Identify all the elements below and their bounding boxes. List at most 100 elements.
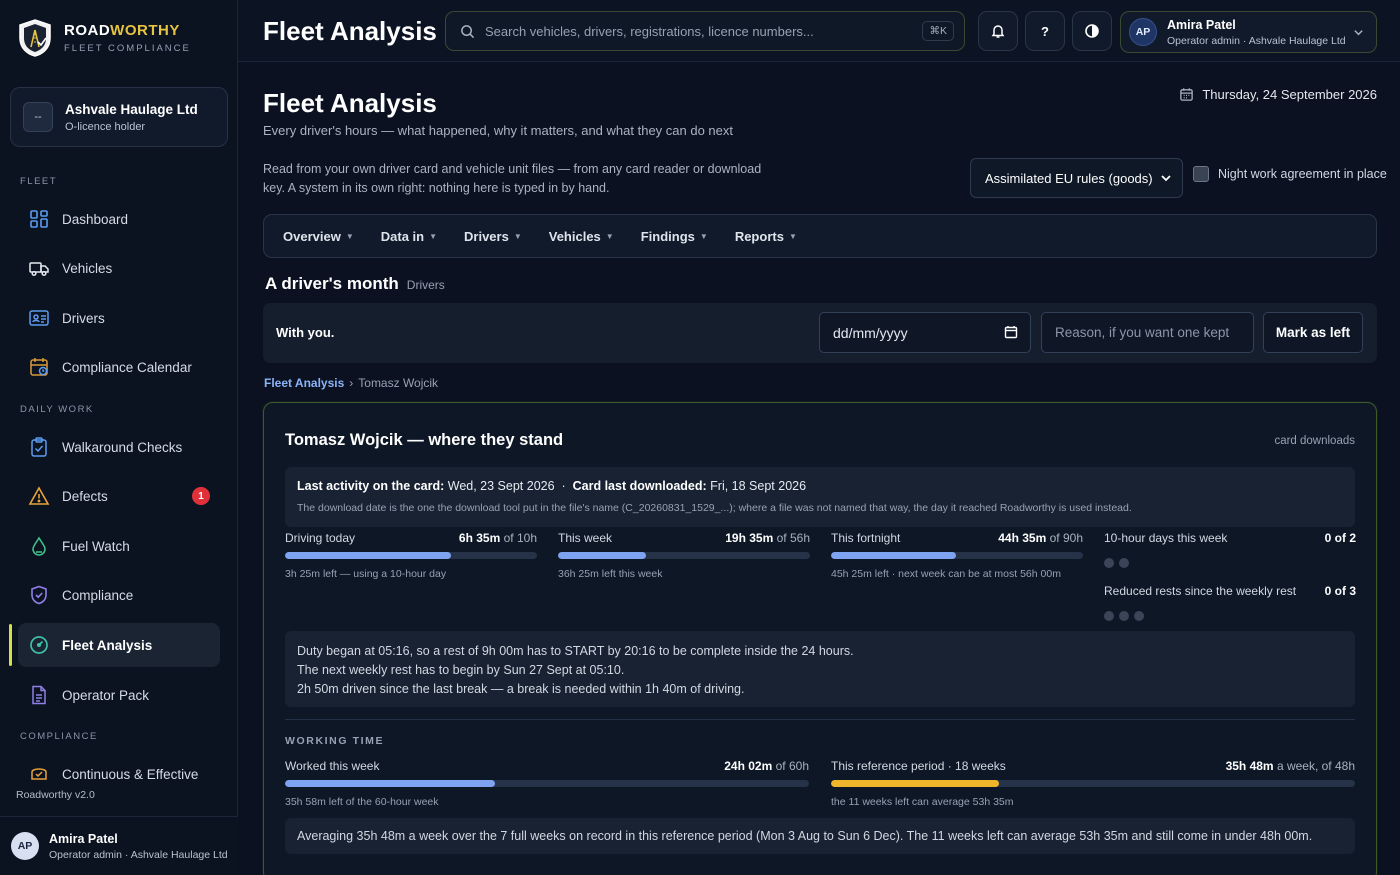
duty-guidance-panel: Duty began at 05:16, so a rest of 9h 00m… — [285, 631, 1355, 707]
page-title: Fleet Analysis — [263, 88, 437, 118]
progress-bar — [285, 780, 809, 787]
reduced-rests-counter: Reduced rests since the weekly rest 0 of … — [1104, 584, 1356, 621]
search-input[interactable]: Search vehicles, drivers, registrations,… — [445, 11, 965, 51]
notifications-button[interactable] — [978, 11, 1018, 51]
tab-vehicles[interactable]: Vehicles ▼ — [549, 229, 614, 244]
nav-item-dashboard[interactable]: Dashboard — [18, 197, 220, 241]
nav-label: Walkaround Checks — [62, 439, 183, 455]
brand-name: ROADWORTHY — [64, 22, 180, 39]
active-indicator — [9, 624, 12, 666]
nav-label: Dashboard — [62, 211, 129, 227]
date-input-placeholder: dd/mm/yyyy — [833, 324, 908, 341]
org-name: Ashvale Haulage Ltd — [65, 101, 198, 117]
nav-item-vehicles[interactable]: Vehicles — [18, 246, 220, 290]
usage-dots — [1104, 611, 1356, 621]
dashboard-icon — [30, 210, 48, 228]
caret-down-icon: ▼ — [699, 231, 708, 241]
progress-fill — [285, 552, 451, 559]
leave-date-input[interactable]: dd/mm/yyyy — [819, 312, 1031, 353]
help-icon: ? — [1041, 23, 1049, 39]
brand[interactable]: ROADWORTHY FLEET COMPLIANCE — [16, 18, 191, 58]
nav-label: Vehicles — [62, 260, 113, 276]
reason-input[interactable]: Reason, if you want one kept — [1041, 312, 1254, 353]
fuel-drop-icon — [32, 536, 46, 556]
usage-dot — [1104, 558, 1114, 568]
user-role: Operator admin · Ashvale Haulage Ltd — [49, 848, 228, 861]
driving-today-meter: Driving today 6h 35m of 10h 3h 25m left —… — [285, 531, 537, 580]
nav-item-drivers[interactable]: Drivers — [18, 296, 220, 340]
section-title: A driver's month — [265, 274, 399, 293]
with-you-panel: With you. dd/mm/yyyy Reason, if you want… — [263, 303, 1377, 363]
help-button[interactable]: ? — [1025, 11, 1065, 51]
nav-label: Fuel Watch — [62, 538, 130, 554]
document-icon — [32, 685, 46, 705]
user-menu-button[interactable]: AP Amira Patel Operator admin · Ashvale … — [1120, 11, 1377, 53]
duty-line: The next weekly rest has to begin by Sun… — [297, 663, 625, 677]
caret-down-icon: ▼ — [513, 231, 522, 241]
tab-drivers[interactable]: Drivers ▼ — [464, 229, 522, 244]
brand-subtitle: FLEET COMPLIANCE — [64, 43, 191, 54]
nav-item-compliance-calendar[interactable]: Compliance Calendar — [18, 345, 220, 389]
current-date: Thursday, 24 September 2026 — [1179, 87, 1377, 102]
tab-reports[interactable]: Reports ▼ — [735, 229, 797, 244]
nav-item-compliance[interactable]: Compliance — [18, 573, 220, 617]
caret-down-icon: ▼ — [429, 231, 438, 241]
mark-as-left-button[interactable]: Mark as left — [1263, 312, 1363, 353]
caret-down-icon: ▼ — [788, 231, 797, 241]
topbar-title: Fleet Analysis — [263, 16, 437, 46]
worked-this-week-meter: Worked this week 24h 02m of 60h 35h 58m l… — [285, 759, 809, 808]
warning-icon — [28, 486, 50, 505]
contrast-icon — [1085, 24, 1099, 38]
driver-status-title: Tomasz Wojcik — where they stand — [285, 431, 564, 449]
download-date-note: The download date is the one the downloa… — [297, 502, 1132, 514]
search-placeholder: Search vehicles, drivers, registrations,… — [485, 23, 814, 39]
nav-section-compliance: COMPLIANCE — [20, 731, 98, 742]
nav-label: Defects — [62, 488, 108, 504]
nav-item-defects[interactable]: Defects 1 — [18, 474, 220, 518]
progress-fill — [285, 780, 495, 787]
progress-fill — [831, 552, 956, 559]
caret-down-icon: ▼ — [345, 231, 354, 241]
this-week-meter: This week 19h 35m of 56h 36h 25m left thi… — [558, 531, 810, 580]
page-subtitle: Every driver's hours — what happened, wh… — [263, 123, 733, 138]
breadcrumb-current: Tomasz Wojcik — [358, 376, 439, 390]
nav-item-fuel-watch[interactable]: Fuel Watch — [18, 524, 220, 568]
bell-icon — [991, 25, 1005, 38]
nav-item-continuous-effective[interactable]: Continuous & Effective — [18, 752, 220, 780]
user-role: Operator admin · Ashvale Haulage Ltd — [1167, 34, 1346, 47]
reference-period-meter: This reference period · 18 weeks 35h 48m … — [831, 759, 1355, 808]
breadcrumb-separator: › — [349, 376, 354, 390]
intro-text: Read from your own driver card and vehic… — [263, 162, 762, 195]
org-role: O-licence holder — [65, 120, 146, 133]
sidebar-user[interactable]: AP Amira Patel Operator admin · Ashvale … — [0, 816, 238, 875]
working-time-heading: WORKING TIME — [285, 735, 385, 747]
breadcrumb-root-link[interactable]: Fleet Analysis — [264, 376, 344, 390]
progress-bar — [831, 780, 1355, 787]
theme-toggle-button[interactable] — [1072, 11, 1112, 51]
nav-label: Compliance Calendar — [62, 359, 192, 375]
tab-findings[interactable]: Findings ▼ — [641, 229, 708, 244]
shield-check-icon — [31, 585, 47, 605]
source-tag: card downloads — [1274, 435, 1355, 447]
nav-label: Drivers — [62, 310, 105, 326]
search-shortcut: ⌘K — [922, 21, 954, 41]
org-switcher[interactable]: -- Ashvale Haulage Ltd O-licence holder — [10, 87, 228, 147]
card-activity-line: Last activity on the card: Wed, 23 Sept … — [297, 479, 807, 493]
tab-overview[interactable]: Overview ▼ — [283, 229, 354, 244]
nav-section-fleet: FLEET — [20, 176, 58, 187]
nav-item-walkaround-checks[interactable]: Walkaround Checks — [18, 425, 220, 469]
calendar-icon — [1180, 88, 1194, 101]
driver-status-card: Tomasz Wojcik — where they stand card do… — [263, 402, 1377, 875]
nav-item-operator-pack[interactable]: Operator Pack — [18, 673, 220, 717]
badge-icon — [31, 768, 47, 780]
progress-fill — [558, 552, 647, 559]
nav-clip: Continuous & Effective — [0, 752, 238, 780]
nav-item-fleet-analysis[interactable]: Fleet Analysis — [18, 623, 220, 667]
search-icon — [461, 24, 475, 38]
night-work-checkbox[interactable] — [1193, 166, 1209, 182]
progress-fill — [831, 780, 999, 787]
tab-data-in[interactable]: Data in ▼ — [381, 229, 437, 244]
rules-select[interactable]: Assimilated EU rules (goods) — [970, 158, 1183, 198]
duty-line: 2h 50m driven since the last break — a b… — [297, 682, 745, 696]
night-work-toggle[interactable]: Night work agreement in place — [1193, 166, 1387, 182]
